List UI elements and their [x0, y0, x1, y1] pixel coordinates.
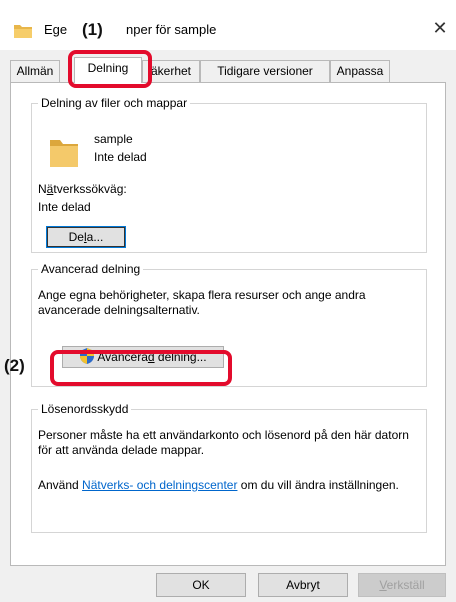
window-title-right: nper för sample: [126, 22, 217, 37]
tab-customize[interactable]: Anpassa: [330, 60, 390, 82]
tab-previous-versions-label: Tidigare versioner: [217, 64, 313, 78]
tab-customize-label: Anpassa: [336, 64, 384, 78]
advanced-sharing-button[interactable]: Avancerad delning...: [62, 346, 224, 368]
tab-general-label: Allmän: [16, 64, 54, 78]
sharing-group-legend: Delning av filer och mappar: [38, 96, 191, 110]
password-protection-legend: Lösenordsskydd: [38, 402, 132, 416]
tab-panel-sharing: Delning av filer och mappar sample Inte …: [10, 82, 446, 566]
window-title-left: Ege: [44, 22, 68, 37]
advanced-sharing-legend: Avancerad delning: [38, 262, 144, 276]
dialog-button-bar: OK Avbryt Verkställ: [0, 566, 456, 602]
callout-label-2: (2): [4, 356, 25, 375]
sharing-group: Delning av filer och mappar sample Inte …: [31, 96, 427, 253]
apply-button[interactable]: Verkställ: [358, 573, 446, 597]
password-protection-hint: Använd Nätverks- och delningscenter om d…: [38, 478, 399, 492]
folder-name: sample: [94, 132, 133, 146]
folder-icon: [14, 25, 32, 38]
share-button[interactable]: Dela...: [46, 226, 126, 248]
tab-sharing[interactable]: Delning: [74, 57, 142, 83]
tab-sharing-label: Delning: [87, 61, 129, 75]
close-icon: ✕: [432, 18, 448, 38]
network-sharing-center-link[interactable]: Nätverks- och delningscenter: [82, 478, 237, 492]
network-path-value: Inte delad: [38, 200, 91, 214]
tab-general[interactable]: Allmän: [10, 60, 60, 82]
properties-dialog: Ege nper för sample ✕ Allmän Delning äke…: [0, 0, 456, 602]
advanced-sharing-group: Avancerad delning Ange egna behörigheter…: [31, 262, 427, 387]
advanced-sharing-description: Ange egna behörigheter, skapa flera resu…: [38, 288, 366, 317]
ok-button[interactable]: OK: [156, 573, 246, 597]
title-bar: Ege nper för sample ✕: [0, 0, 456, 50]
uac-shield-icon: [80, 348, 95, 364]
password-protection-group: Lösenordsskydd Personer måste ha ett anv…: [31, 402, 427, 533]
tab-previous-versions[interactable]: Tidigare versioner: [200, 60, 330, 82]
cancel-button[interactable]: Avbryt: [258, 573, 348, 597]
tab-security[interactable]: äkerhet: [142, 60, 200, 82]
callout-label-1: (1): [80, 20, 105, 40]
tab-security-label: äkerhet: [150, 64, 192, 78]
close-button[interactable]: ✕: [430, 18, 450, 38]
password-protection-description: Personer måste ha ett användarkonto och …: [38, 428, 409, 457]
folder-icon: [50, 140, 78, 167]
network-path-label: Nätverkssökväg:: [38, 182, 127, 196]
folder-share-status: Inte delad: [94, 150, 147, 164]
tab-strip: Allmän Delning äkerhet Tidigare versione…: [10, 57, 446, 83]
